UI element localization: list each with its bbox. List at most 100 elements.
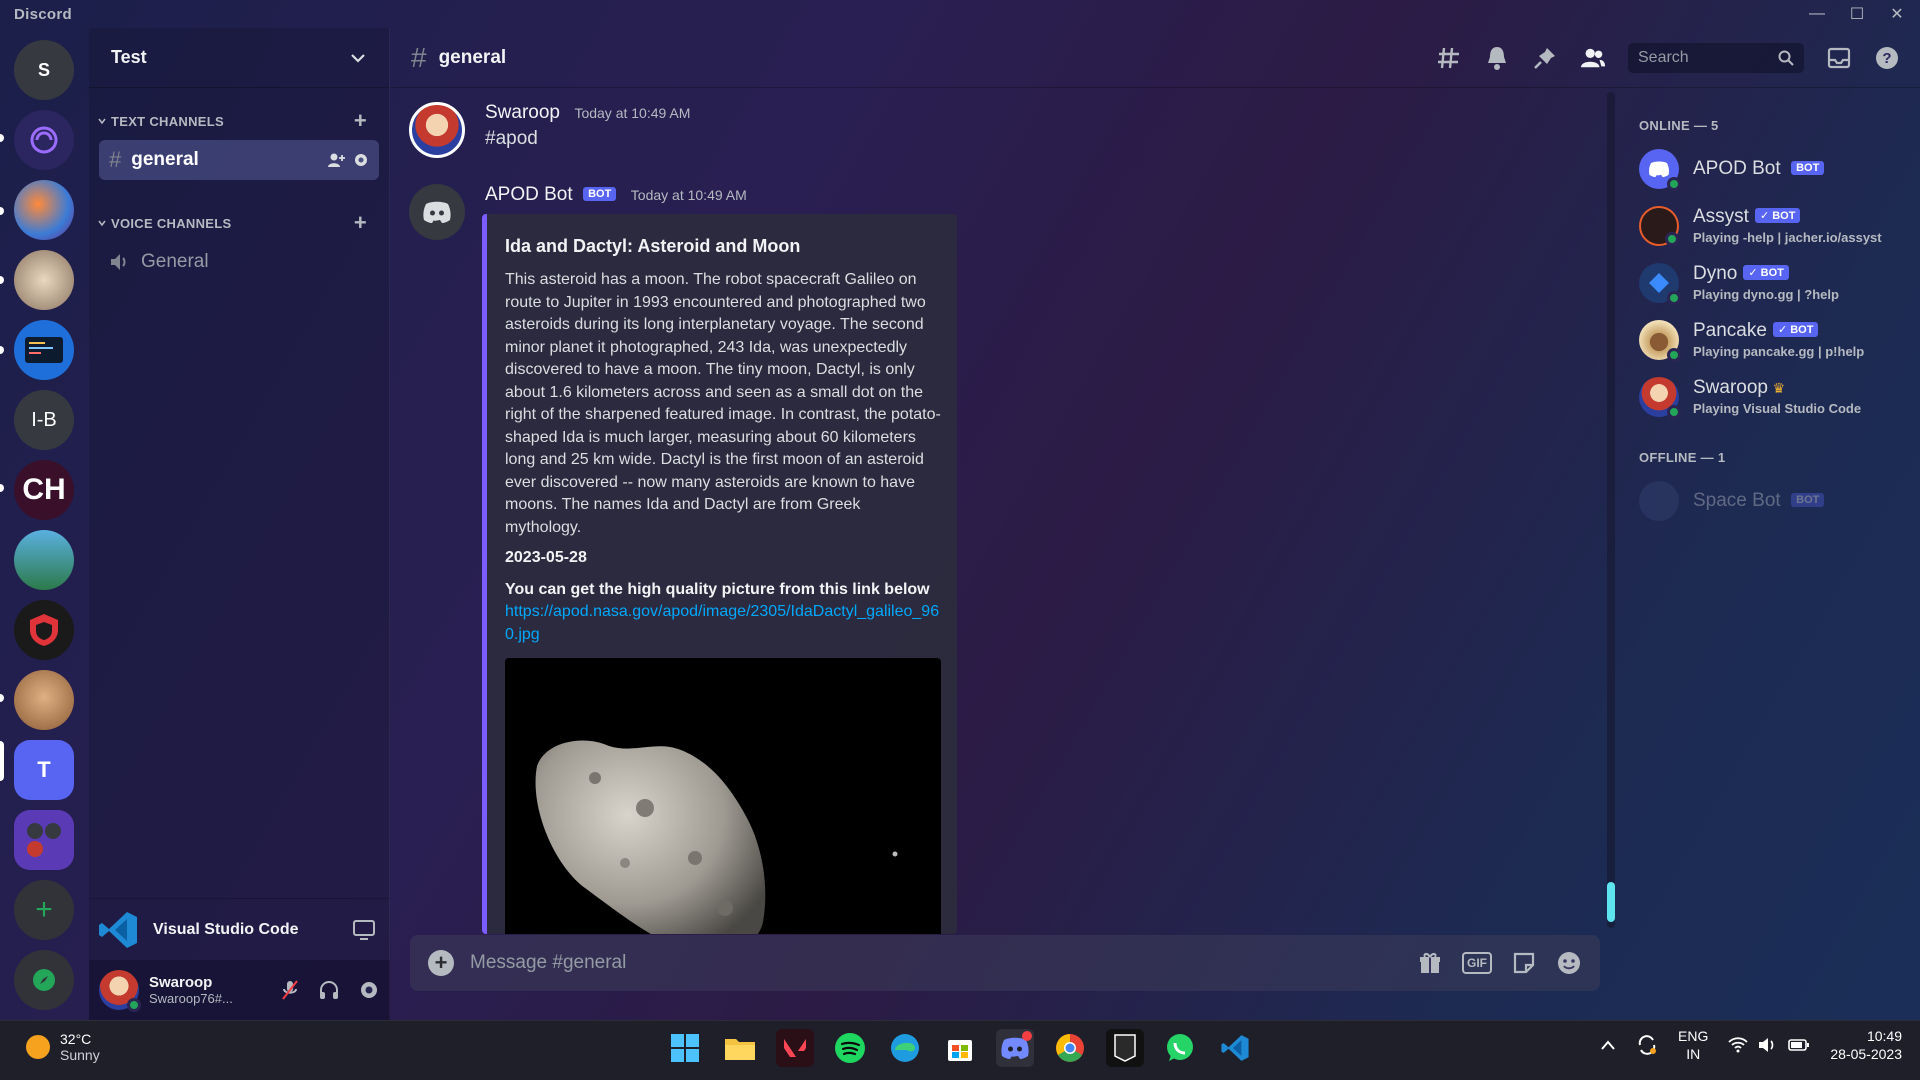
server-icon-dog[interactable] (14, 670, 74, 730)
message-author[interactable]: APOD Bot (485, 184, 573, 205)
help-icon[interactable]: ? (1874, 45, 1900, 71)
discord-taskbar-icon[interactable] (996, 1029, 1034, 1067)
message-content: #apod (485, 128, 538, 149)
gear-icon[interactable] (353, 152, 369, 168)
server-icon-ch[interactable]: CH (14, 460, 74, 520)
server-icon-island[interactable] (14, 530, 74, 590)
asteroid-image (535, 740, 898, 934)
discord-logo-icon (423, 201, 451, 223)
guild-header[interactable]: Test (89, 28, 389, 88)
hash-icon: # (411, 41, 427, 73)
avatar[interactable] (409, 184, 465, 240)
channel-general[interactable]: # general (99, 140, 379, 180)
server-folder[interactable] (14, 810, 74, 870)
member-item[interactable]: Swaroop ♛ Playing Visual Studio Code (1639, 373, 1904, 420)
selected-pill (0, 741, 4, 781)
channel-name: General (141, 251, 209, 272)
add-server-icon[interactable]: + (14, 880, 74, 940)
member-item[interactable]: Pancake ✓ BOT Playing pancake.gg | p!help (1639, 316, 1904, 363)
chat-header: # general Search ? (391, 28, 1920, 88)
server-icon-cat[interactable] (14, 250, 74, 310)
server-icon-s[interactable]: S (14, 40, 74, 100)
member-name: Space Bot (1693, 489, 1781, 511)
unread-pill (0, 694, 4, 702)
screen-share-icon[interactable] (352, 919, 376, 941)
message-author[interactable]: Swaroop (485, 102, 560, 123)
search-box[interactable]: Search (1628, 42, 1804, 73)
category-text-channels[interactable]: TEXT CHANNELS + (89, 110, 389, 132)
server-icon-ib[interactable]: I-B (14, 390, 74, 450)
create-channel-icon[interactable]: + (354, 212, 367, 234)
microsoft-store-icon[interactable] (941, 1029, 979, 1067)
clock-date: 28-05-2023 (1830, 1046, 1902, 1062)
close-window-button[interactable]: ✕ (1888, 4, 1906, 24)
clock[interactable]: 10:49 28-05-2023 (1830, 1027, 1902, 1063)
avatar[interactable] (409, 102, 465, 158)
member-item[interactable]: Dyno ✓ BOT Playing dyno.gg | ?help (1639, 259, 1904, 306)
spotify-icon[interactable] (831, 1029, 869, 1067)
member-item[interactable]: Assyst ✓ BOT Playing -help | jacher.io/as… (1639, 202, 1904, 249)
start-icon[interactable] (666, 1029, 704, 1067)
member-name: Dyno (1693, 263, 1738, 284)
sticker-icon[interactable] (1512, 951, 1536, 975)
epic-games-icon[interactable] (1106, 1029, 1144, 1067)
server-icon-code[interactable] (14, 320, 74, 380)
chevron-up-icon[interactable] (1600, 1039, 1616, 1051)
invite-icon[interactable] (327, 152, 345, 168)
server-icon-t[interactable]: T (14, 740, 74, 800)
sync-icon[interactable] (1636, 1034, 1658, 1056)
message-timestamp: Today at 10:49 AM (574, 105, 691, 121)
online-status-dot (1667, 176, 1681, 191)
member-name: Assyst (1693, 206, 1749, 227)
speaker-icon (111, 254, 126, 270)
create-channel-icon[interactable]: + (354, 110, 367, 132)
quick-settings[interactable] (1728, 1037, 1810, 1053)
category-voice-channels[interactable]: VOICE CHANNELS + (89, 212, 389, 234)
gift-icon[interactable] (1418, 951, 1442, 975)
scrollbar-thumb[interactable] (1607, 882, 1615, 922)
member-item[interactable]: Space Bot BOT (1639, 477, 1904, 524)
bot-badge: BOT (1791, 492, 1825, 507)
search-icon (1778, 50, 1794, 66)
threads-icon[interactable] (1436, 45, 1462, 71)
member-item[interactable]: APOD Bot BOT (1639, 145, 1904, 192)
message-composer: + GIF (410, 935, 1600, 991)
inbox-icon[interactable] (1826, 45, 1852, 71)
embed-image[interactable] (505, 658, 941, 934)
category-label: TEXT CHANNELS (111, 113, 224, 129)
emoji-icon[interactable] (1556, 950, 1582, 976)
whatsapp-icon[interactable] (1161, 1029, 1199, 1067)
notification-bell-icon[interactable] (1484, 45, 1510, 71)
user-settings-gear-icon[interactable] (358, 979, 380, 1001)
unread-pill (0, 346, 4, 354)
server-icon-swirl[interactable] (14, 110, 74, 170)
weather-widget[interactable]: 32°C Sunny (26, 1031, 100, 1063)
chrome-icon[interactable] (1051, 1029, 1089, 1067)
embed-link[interactable]: https://apod.nasa.gov/apod/image/2305/Id… (505, 601, 941, 646)
mute-mic-icon[interactable] (280, 979, 300, 1001)
add-attachment-button[interactable]: + (428, 950, 454, 976)
online-status-dot (1667, 404, 1681, 419)
maximize-button[interactable]: ☐ (1848, 4, 1866, 24)
valorant-icon[interactable] (776, 1029, 814, 1067)
minimize-button[interactable]: — (1808, 5, 1826, 23)
wifi-icon (1728, 1037, 1749, 1053)
edge-icon[interactable] (886, 1029, 924, 1067)
voice-channel-general[interactable]: General (99, 242, 379, 282)
chevron-down-icon (98, 118, 106, 125)
explore-icon[interactable] (14, 950, 74, 1010)
message-input[interactable] (470, 952, 1270, 974)
user-info[interactable]: Swaroop Swaroop76#... (99, 970, 233, 1012)
vscode-icon (99, 911, 137, 948)
gif-button[interactable]: GIF (1462, 952, 1492, 974)
channel-name: general (131, 149, 199, 170)
language-indicator[interactable]: ENG IN (1678, 1027, 1708, 1063)
message-scrollbar[interactable] (1607, 92, 1615, 928)
headphones-icon[interactable] (318, 979, 340, 1001)
file-explorer-icon[interactable] (721, 1029, 759, 1067)
pin-icon[interactable] (1532, 45, 1558, 71)
server-icon-shield[interactable] (14, 600, 74, 660)
server-icon-colorful[interactable] (14, 180, 74, 240)
vscode-taskbar-icon[interactable] (1216, 1029, 1254, 1067)
member-list-icon[interactable] (1580, 45, 1606, 71)
